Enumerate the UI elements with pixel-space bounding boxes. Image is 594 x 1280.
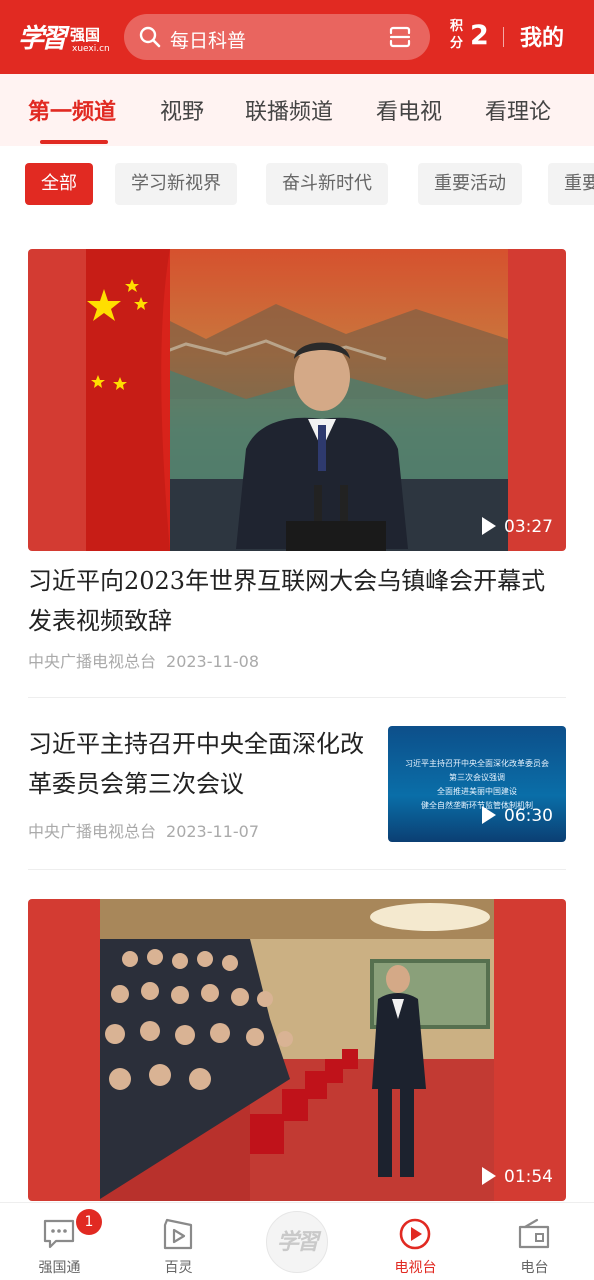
video-meta-2: 中央广播电视总台 2023-11-07	[28, 818, 259, 842]
chip-new-vision[interactable]: 学习新视界	[115, 163, 237, 205]
tab-channel-1[interactable]: 第一频道	[28, 94, 116, 126]
tab-watch-theory[interactable]: 看理论	[485, 94, 551, 126]
play-icon	[482, 1167, 496, 1185]
bottom-nav: 1 强国通 百灵 学習 电视台 电台	[0, 1202, 594, 1280]
video-date-1: 2023-11-08	[166, 652, 259, 671]
search-icon	[139, 26, 161, 48]
points-counter[interactable]: 积分 2	[450, 16, 496, 56]
filter-chips: 全部 学习新视界 奋斗新时代 重要活动 重要	[0, 163, 594, 205]
scan-icon[interactable]	[388, 25, 412, 49]
video-duration-3: 01:54	[482, 1167, 553, 1187]
video-duration-2: 06:30	[482, 806, 553, 826]
video-thumbnail-3	[100, 899, 494, 1201]
video-source-2: 中央广播电视总台	[28, 822, 157, 841]
play-square-icon	[163, 1218, 193, 1250]
video-thumbnail-2[interactable]: 习近平主持召开中央全面深化改革委员会 第三次会议强调 全面推进美丽中国建设 健全…	[388, 726, 566, 842]
nav-label-tv-station: 电视台	[394, 1260, 437, 1276]
chip-important-more[interactable]: 重要	[548, 163, 594, 205]
video-card-1[interactable]: 03:27	[28, 249, 566, 551]
video-title-2[interactable]: 习近平主持召开中央全面深化改革委员会第三次会议	[28, 724, 368, 804]
nav-bailing[interactable]: 百灵	[119, 1203, 238, 1280]
tab-vision[interactable]: 视野	[160, 94, 204, 126]
feed-divider	[28, 697, 566, 698]
chip-all[interactable]: 全部	[25, 163, 93, 205]
video-date-2: 2023-11-07	[166, 822, 259, 841]
video-source-1: 中央广播电视总台	[28, 652, 157, 671]
nav-radio[interactable]: 电台	[475, 1203, 594, 1280]
search-placeholder: 每日科普	[170, 30, 247, 52]
play-icon	[482, 806, 496, 824]
notification-badge: 1	[76, 1209, 102, 1235]
nav-label-radio: 电台	[520, 1260, 549, 1276]
mine-button[interactable]: 我的	[520, 20, 564, 52]
tv-play-icon	[399, 1218, 431, 1250]
radio-icon	[518, 1218, 550, 1249]
video-thumbnail-1	[86, 249, 508, 551]
active-tab-indicator	[40, 140, 108, 144]
chat-icon	[43, 1219, 75, 1249]
logo-script: 学習	[18, 24, 67, 54]
nav-tv-station[interactable]: 电视台	[356, 1203, 475, 1280]
feed-divider	[28, 869, 566, 870]
video-card-3[interactable]: 01:54	[28, 899, 566, 1201]
chip-important-events[interactable]: 重要活动	[418, 163, 522, 205]
xuexi-home-button[interactable]: 学習	[266, 1211, 328, 1273]
thumb-text-line-2: 第三次会议强调	[449, 773, 505, 782]
thumb-text-line-1: 习近平主持召开中央全面深化改革委员会	[405, 759, 549, 768]
video-meta-1: 中央广播电视总台 2023-11-08	[28, 648, 259, 672]
nav-label-qiangguotong: 强国通	[38, 1260, 81, 1276]
xuexi-logo[interactable]: 学習 强国 xuexi.cn	[16, 14, 110, 60]
points-value: 2	[470, 20, 489, 51]
channel-tabs: 第一频道 视野 联播频道 看电视 看理论	[0, 74, 594, 146]
logo-name: 强国	[70, 26, 101, 44]
tab-broadcast[interactable]: 联播频道	[245, 94, 333, 126]
thumb-text-line-3: 全面推进美丽中国建设	[437, 787, 517, 796]
nav-label-bailing: 百灵	[164, 1260, 193, 1276]
video-title-1[interactable]: 习近平向2023年世界互联网大会乌镇峰会开幕式发表视频致辞	[28, 561, 568, 641]
video-duration-1: 03:27	[482, 517, 553, 537]
top-bar: 学習 强国 xuexi.cn 每日科普 积分 2 我的	[0, 0, 594, 74]
logo-domain: xuexi.cn	[72, 44, 110, 54]
tab-watch-tv[interactable]: 看电视	[376, 94, 442, 126]
header-divider	[503, 27, 504, 47]
play-icon	[482, 517, 496, 535]
search-bar[interactable]: 每日科普	[124, 14, 430, 60]
chip-struggle-era[interactable]: 奋斗新时代	[266, 163, 388, 205]
nav-qiangguotong[interactable]: 1 强国通	[0, 1203, 119, 1280]
points-label: 积分	[450, 19, 464, 51]
